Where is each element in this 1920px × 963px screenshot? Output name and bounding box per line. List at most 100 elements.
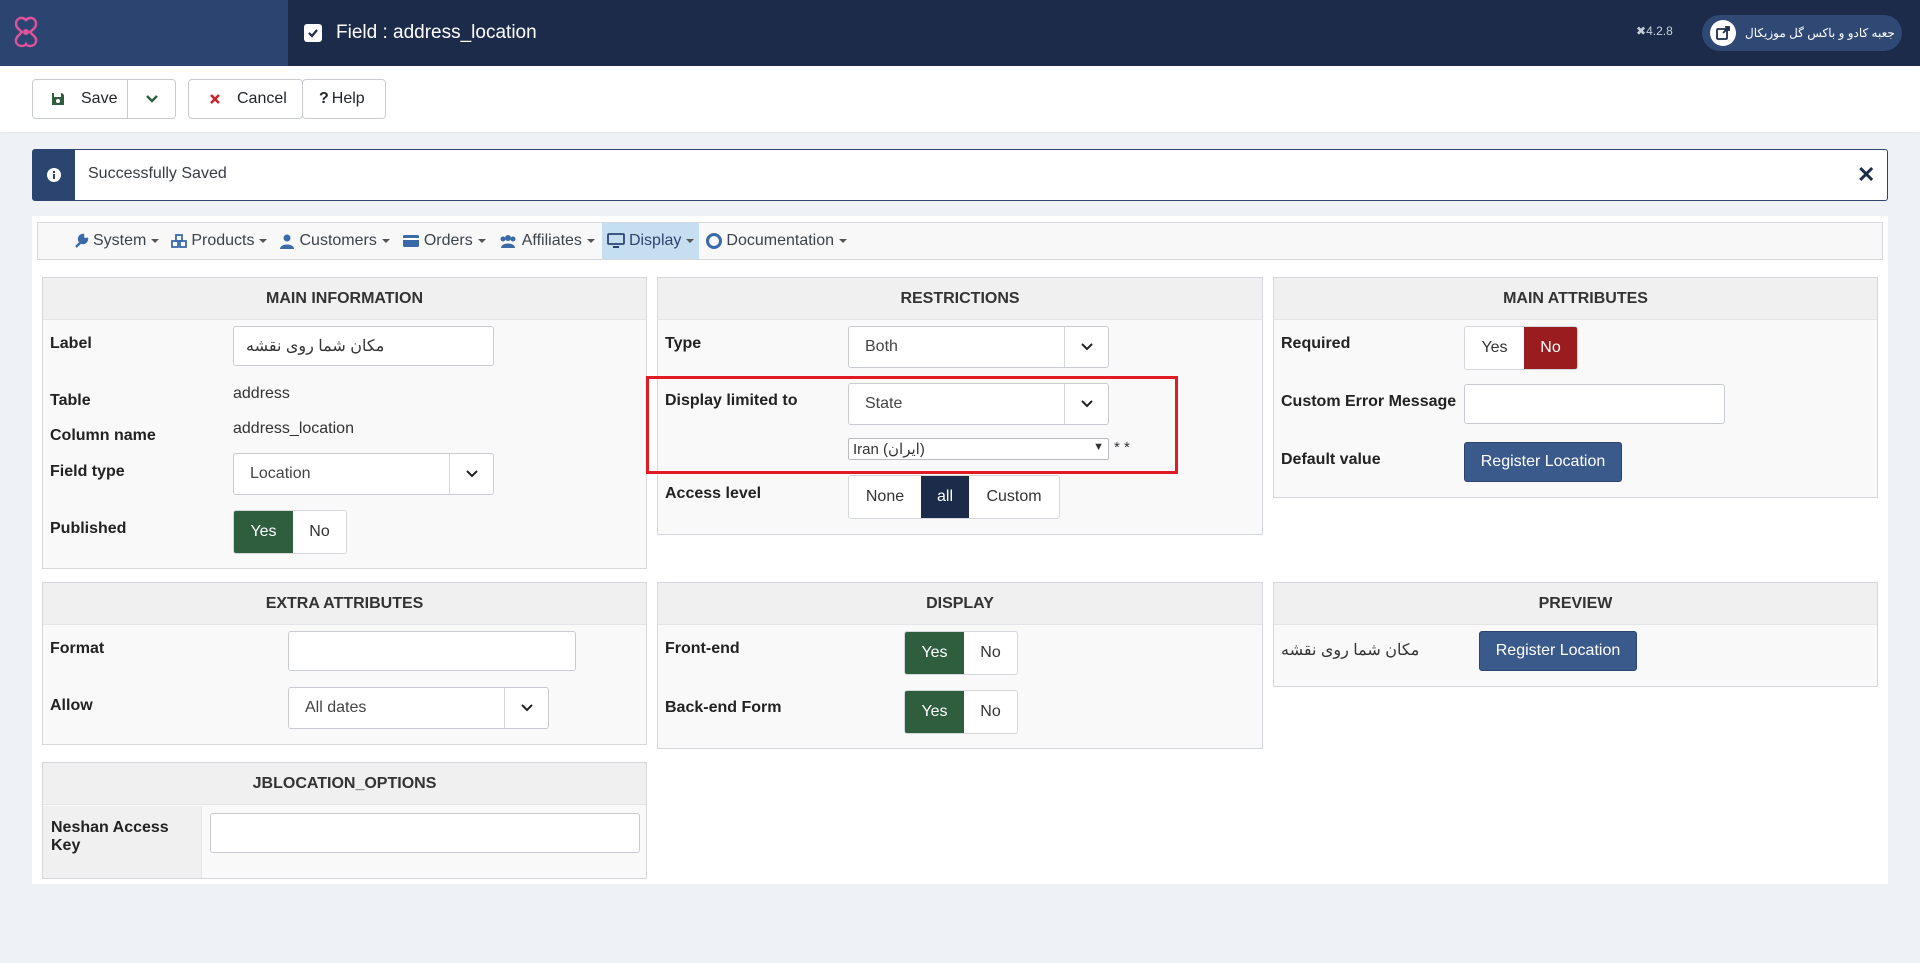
published-label: Published — [50, 520, 127, 537]
menu-item-display[interactable]: Display — [601, 223, 700, 259]
chevron-down-icon — [1064, 327, 1108, 367]
chevron-down-icon — [145, 95, 158, 103]
cubes-icon — [171, 234, 188, 248]
required-yes-option[interactable]: Yes — [1465, 327, 1524, 369]
type-value: Both — [865, 338, 898, 355]
joomla-small-icon: ✖ — [1636, 24, 1647, 38]
backend-form-toggle: Yes No — [904, 690, 1018, 734]
required-toggle: Yes No — [1464, 326, 1578, 370]
close-icon — [210, 94, 220, 104]
panel-heading: JBLOCATION_OPTIONS — [43, 763, 646, 805]
page-title: Field : address_location — [304, 0, 537, 66]
desktop-icon — [607, 233, 625, 248]
page-title-text: Field : address_location — [336, 22, 537, 43]
joomla-logo-icon[interactable] — [12, 16, 40, 48]
menu-item-customers[interactable]: Customers — [274, 223, 394, 259]
save-label: Save — [81, 90, 118, 107]
credit-card-icon — [402, 235, 419, 247]
field-type-label: Field type — [50, 463, 125, 480]
frontend-yes-option[interactable]: Yes — [905, 632, 964, 674]
menu-item-label: System — [93, 232, 147, 249]
info-icon — [47, 168, 61, 182]
external-link-icon — [1710, 20, 1736, 46]
version-text: 4.2.8 — [1646, 24, 1673, 38]
help-label: Help — [331, 90, 365, 107]
menu-item-label: Affiliates — [521, 232, 582, 249]
menu-item-documentation[interactable]: Documentation — [701, 223, 852, 259]
frontend-no-option[interactable]: No — [964, 632, 1017, 674]
access-key-label-cell: Neshan Access Key — [43, 806, 202, 878]
success-alert: Successfully Saved ✕ — [32, 149, 1888, 201]
backend-form-label: Back-end Form — [665, 699, 782, 716]
type-select[interactable]: Both — [848, 326, 1109, 368]
user-icon — [280, 234, 295, 249]
format-label: Format — [50, 640, 105, 657]
custom-error-label: Custom Error Message — [1281, 393, 1457, 410]
access-level-toggle: None all Custom — [848, 475, 1060, 519]
panel-heading: PREVIEW — [1274, 583, 1877, 625]
menu-item-label: Products — [191, 232, 255, 249]
preview-panel: PREVIEW مکان شما روی نقشه Register Locat… — [1273, 582, 1878, 687]
format-input[interactable] — [288, 631, 576, 671]
top-header: Field : address_location ✖4.2.8 جعبه کاد… — [0, 0, 1920, 66]
register-location-button[interactable]: Register Location — [1464, 442, 1622, 482]
field-type-value: Location — [250, 465, 311, 482]
custom-error-input[interactable] — [1464, 384, 1725, 424]
access-key-input[interactable] — [210, 813, 640, 853]
menu-item-orders[interactable]: Orders — [397, 223, 491, 259]
allow-label: Allow — [50, 697, 93, 714]
field-type-select[interactable]: Location — [233, 453, 494, 495]
logo-area — [0, 0, 288, 66]
backend-no-option[interactable]: No — [964, 691, 1017, 733]
default-value-label: Default value — [1281, 451, 1381, 468]
save-button[interactable]: Save — [32, 79, 128, 119]
published-no-option[interactable]: No — [293, 511, 346, 553]
panel-heading: MAIN INFORMATION — [43, 278, 646, 320]
display-panel: DISPLAY Front-end Yes No Back-end Form Y… — [657, 582, 1263, 749]
access-none-option[interactable]: None — [849, 476, 921, 518]
life-ring-icon — [706, 233, 723, 249]
allow-select[interactable]: All dates — [288, 687, 549, 729]
highlight-box — [646, 376, 1178, 474]
jblocation-options-panel: JBLOCATION_OPTIONS Neshan Access Key — [42, 762, 647, 879]
column-name-label: Column name — [50, 427, 156, 444]
alert-close-button[interactable]: ✕ — [1857, 162, 1875, 188]
question-icon: ? — [319, 90, 329, 107]
frontend-label: Front-end — [665, 640, 740, 657]
preview-field-label: مکان شما روی نقشه — [1281, 642, 1420, 659]
extra-attributes-panel: EXTRA ATTRIBUTES Format Allow All dates — [42, 582, 647, 745]
required-no-option[interactable]: No — [1524, 327, 1577, 369]
menu-item-label: Customers — [299, 232, 377, 249]
menu-item-system[interactable]: System — [68, 223, 164, 259]
allow-value: All dates — [305, 699, 367, 716]
required-label: Required — [1281, 335, 1351, 352]
access-custom-option[interactable]: Custom — [969, 476, 1059, 518]
main-attributes-panel: MAIN ATTRIBUTES Required Yes No Custom E… — [1273, 277, 1878, 498]
version-label: ✖4.2.8 — [1636, 24, 1673, 38]
cancel-label: Cancel — [237, 90, 287, 107]
view-site-button[interactable]: جعبه کادو و باکس گل موزیکال — [1702, 15, 1902, 51]
preview-register-location-button[interactable]: Register Location — [1479, 631, 1637, 671]
cancel-button[interactable]: Cancel — [188, 79, 303, 119]
menu-item-products[interactable]: Products — [166, 223, 272, 259]
alert-icon-column — [33, 150, 75, 200]
panel-heading: RESTRICTIONS — [658, 278, 1262, 320]
save-options-dropdown[interactable] — [127, 79, 176, 119]
checkbox-icon — [304, 24, 322, 42]
backend-yes-option[interactable]: Yes — [905, 691, 964, 733]
menu-item-label: Orders — [423, 232, 473, 249]
label-input[interactable]: مکان شما روی نقشه — [233, 326, 494, 366]
label-input-value: مکان شما روی نقشه — [246, 338, 385, 355]
help-button[interactable]: ? Help — [302, 79, 386, 119]
users-icon — [500, 235, 516, 248]
label-field-label: Label — [50, 335, 92, 352]
access-all-option[interactable]: all — [921, 476, 969, 518]
save-icon — [52, 93, 64, 105]
menu-item-label: Documentation — [726, 232, 835, 249]
chevron-down-icon — [449, 454, 493, 494]
panel-heading: EXTRA ATTRIBUTES — [43, 583, 646, 625]
menu-item-affiliates[interactable]: Affiliates — [493, 223, 600, 259]
menu-item-label: Display — [628, 232, 682, 249]
site-name: جعبه کادو و باکس گل موزیکال — [1745, 26, 1895, 40]
published-yes-option[interactable]: Yes — [234, 511, 293, 553]
